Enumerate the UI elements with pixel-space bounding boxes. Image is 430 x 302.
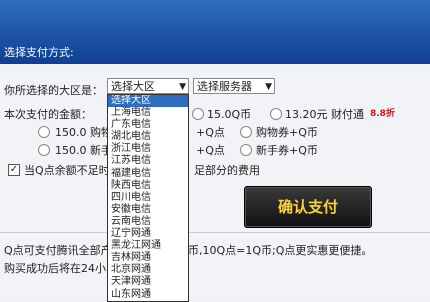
region-option[interactable]: 江苏电信 [108,155,188,167]
coupon-amount-text: 150.0 购物 [55,126,112,139]
region-option[interactable]: 湖北电信 [108,131,188,143]
region-select[interactable]: 选择大区 ▼ [107,78,189,94]
note-line1-left: Q点可支付腾讯全部产 [4,244,112,257]
discount-badge: 8.8折 [370,109,395,119]
coupon-qb-text: 购物券+Q币 [256,126,318,139]
region-select-value: 选择大区 [111,80,155,93]
region-option[interactable]: 福建电信 [108,168,188,180]
coupon-qpoint-text: +Q点 [196,126,225,139]
chevron-down-icon: ▼ [179,82,186,92]
header-bar: 选择支付方式: [0,0,430,64]
divider [0,232,430,233]
region-option[interactable]: 浙江电信 [108,143,188,155]
newbie-qpoint-text: +Q点 [196,144,225,157]
region-option[interactable]: 选择大区 [108,95,188,108]
region-label: 你所选择的大区是： [4,84,103,97]
region-option[interactable]: 山东网通 [108,289,188,301]
amount-qb-text: 15.0Q币 [207,108,252,121]
amount-label: 本次支付的金额： [4,108,92,121]
region-option[interactable]: 吉林网通 [108,252,188,264]
region-option[interactable]: 云南电信 [108,216,188,228]
qpoint-fallback-text-left: 当Q点余额不足时 [24,164,110,177]
server-select-value: 选择服务器 [197,80,252,93]
note-line1-right: 币,10Q点=1Q币;Q点更实惠更便捷。 [188,244,373,257]
amount-radio-newbie-qb[interactable] [240,144,252,156]
region-dropdown-list[interactable]: 选择大区 上海电信 广东电信 湖北电信 浙江电信 江苏电信 福建电信 陕西电信 四川电信 安徽电信… [107,94,189,302]
newbie-amount-text: 150.0 新手 [55,144,112,157]
header-title: 选择支付方式: [4,46,74,59]
note-line2-left: 购买成功后将在24小 [4,262,106,275]
region-option[interactable]: 陕西电信 [108,180,188,192]
amount-radio-qb[interactable] [192,108,204,120]
region-option[interactable]: 上海电信 [108,107,188,119]
confirm-pay-button[interactable]: 确认支付 [244,186,372,228]
region-option[interactable]: 辽宁网通 [108,228,188,240]
region-option[interactable]: 广东电信 [108,119,188,131]
amount-tenpay-text: 13.20元 财付通 [285,108,364,121]
region-option[interactable]: 四川电信 [108,192,188,204]
newbie-qb-text: 新手券+Q币 [256,144,318,157]
amount-radio-newbie[interactable] [38,144,50,156]
region-option[interactable]: 天津网通 [108,276,188,288]
qpoint-fallback-text-right: 足部分的费用 [194,164,260,177]
region-option[interactable]: 北京网通 [108,264,188,276]
server-select[interactable]: 选择服务器 ▼ [193,78,275,94]
qpoint-fallback-checkbox[interactable]: ✓ [8,164,20,176]
amount-radio-tenpay[interactable] [270,108,282,120]
amount-radio-coupon-qb[interactable] [240,126,252,138]
region-option[interactable]: 安徽电信 [108,204,188,216]
amount-radio-coupon[interactable] [38,126,50,138]
chevron-down-icon: ▼ [265,82,272,92]
region-option[interactable]: 黑龙江网通 [108,240,188,252]
